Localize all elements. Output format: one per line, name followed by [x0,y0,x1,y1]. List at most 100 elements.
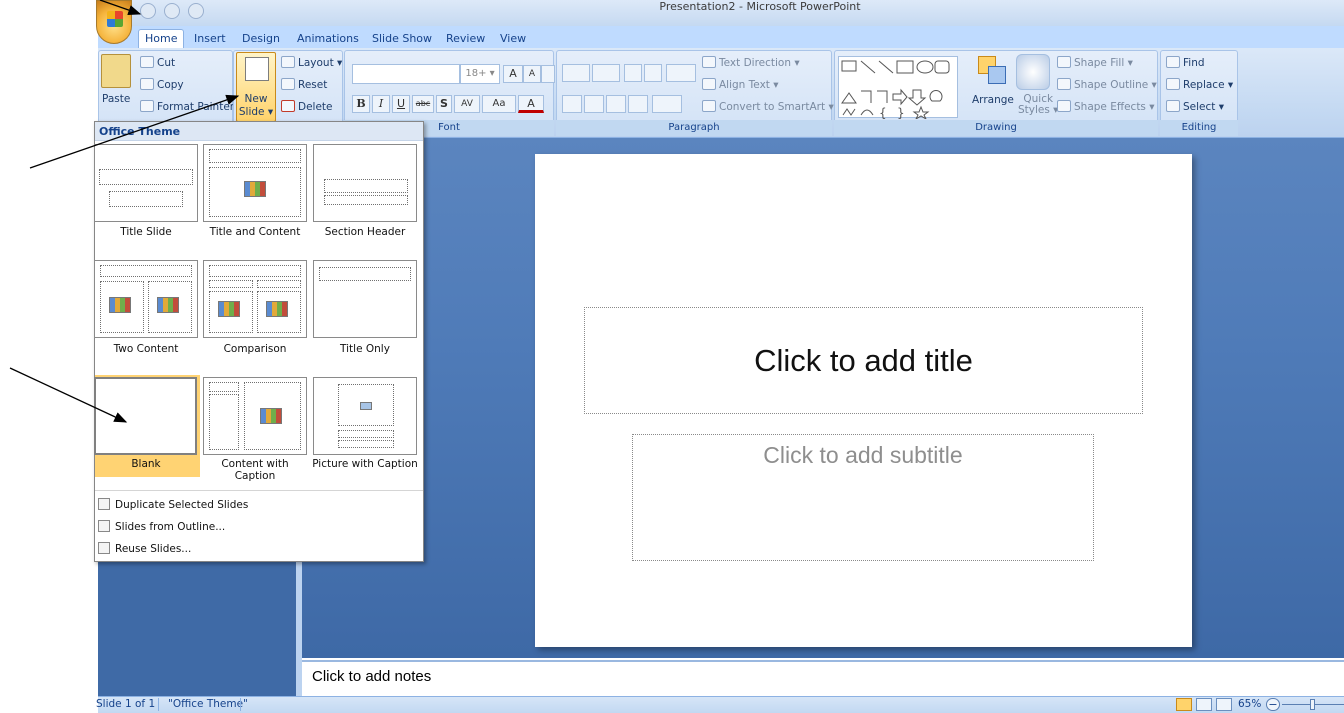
new-slide-dropdown-label: Slide ▾ [238,106,274,118]
layout-label: Title Slide [120,226,172,238]
tab-home[interactable]: Home [138,29,185,49]
shrink-font-button[interactable]: A [523,65,541,83]
layout-thumb-comparison[interactable] [203,260,307,338]
zoom-out-icon[interactable]: − [1266,698,1280,711]
convert-to-smartart-button[interactable]: Convert to SmartArt ▾ [702,100,834,113]
shapes-icons: { } [841,60,950,121]
bold-button[interactable]: B [352,95,370,113]
numbering-button[interactable] [592,64,620,82]
slide-show-icon[interactable] [1216,698,1232,711]
align-right-button[interactable] [606,95,626,113]
select-button[interactable]: Select ▾ [1166,100,1224,113]
undo-icon[interactable] [164,3,180,19]
binoculars-icon [1166,56,1180,68]
editing-group-label: Editing [1160,120,1238,136]
underline-button[interactable]: U [392,95,410,113]
redo-icon[interactable] [188,3,204,19]
tab-design[interactable]: Design [236,30,286,48]
layout-label: Title and Content [209,226,301,238]
layout-label: Picture with Caption [312,458,418,470]
layout-thumb-title-only[interactable] [313,260,417,338]
font-name-field[interactable] [352,64,460,84]
notes-pane[interactable] [302,660,1344,696]
center-button[interactable] [584,95,604,113]
tab-animations[interactable]: Animations [291,30,365,48]
paste-icon[interactable] [101,54,131,88]
shape-outline-button[interactable]: Shape Outline ▾ [1057,78,1157,91]
layout-thumb-section-header[interactable] [313,144,417,222]
notes-placeholder[interactable]: Click to add notes [312,668,431,685]
smartart-icon [702,100,716,112]
grow-font-button[interactable]: A [503,65,523,83]
character-spacing-button[interactable]: AV [454,95,480,113]
clear-formatting-button[interactable] [541,65,555,83]
zoom-slider-thumb[interactable] [1310,699,1315,710]
layout-label: Blank [131,458,161,470]
normal-view-icon[interactable] [1176,698,1192,711]
layout-thumb-two-content[interactable] [94,260,198,338]
delete-button[interactable]: Delete [281,100,333,113]
cut-button[interactable]: Cut [140,56,175,69]
align-left-button[interactable] [562,95,582,113]
find-button[interactable]: Find [1166,56,1205,69]
tab-review[interactable]: Review [440,30,491,48]
strikethrough-button[interactable]: abc [412,95,434,113]
copy-button[interactable]: Copy [140,78,184,91]
slide-sorter-icon[interactable] [1196,698,1212,711]
decrease-indent-button[interactable] [624,64,642,82]
arrange-button[interactable]: Arrange [972,94,1014,106]
paste-button[interactable]: Paste [102,93,130,105]
increase-indent-button[interactable] [644,64,662,82]
new-slide-button[interactable]: New Slide ▾ [236,52,276,122]
layout-button[interactable]: Layout ▾ [281,56,342,69]
replace-icon [1166,78,1180,90]
slides-from-outline-item[interactable]: Slides from Outline... [98,520,225,533]
format-painter-button[interactable]: Format Painter [140,100,234,113]
layout-thumb-title-slide[interactable] [94,144,198,222]
quick-access-toolbar [134,2,229,20]
font-size-field[interactable]: 18+ ▾ [460,64,500,84]
layout-thumb-content-with-caption[interactable] [203,377,307,455]
reset-button[interactable]: Reset [281,78,327,91]
shapes-gallery[interactable]: { } [838,56,958,121]
bullets-button[interactable] [562,64,590,82]
delete-icon [281,100,295,112]
font-color-button[interactable]: A [518,95,544,113]
reuse-slides-icon [98,542,110,554]
columns-button[interactable] [652,95,682,113]
quick-styles-button[interactable]: Quick Styles ▾ [1018,94,1058,116]
layout-label: Comparison [223,343,287,355]
text-direction-button[interactable]: Text Direction ▾ [702,56,800,69]
justify-button[interactable] [628,95,648,113]
title-placeholder[interactable]: Click to add title [584,307,1143,414]
quick-styles-icon [1016,54,1050,90]
tab-slide-show[interactable]: Slide Show [366,30,438,48]
align-text-button[interactable]: Align Text ▾ [702,78,779,91]
svg-text:{: { [879,106,887,119]
shape-effects-button[interactable]: Shape Effects ▾ [1057,100,1155,113]
reuse-slides-item[interactable]: Reuse Slides... [98,542,191,555]
duplicate-slides-icon [98,498,110,510]
tab-view[interactable]: View [494,30,532,48]
italic-button[interactable]: I [372,95,390,113]
replace-button[interactable]: Replace ▾ [1166,78,1233,91]
format-painter-icon [140,100,154,112]
tab-insert[interactable]: Insert [188,30,232,48]
layout-thumb-title-and-content[interactable] [203,144,307,222]
save-icon[interactable] [140,3,156,19]
zoom-level[interactable]: 65% [1238,697,1261,712]
office-button[interactable] [96,0,132,44]
shape-fill-button[interactable]: Shape Fill ▾ [1057,56,1133,69]
layout-thumb-picture-with-caption[interactable] [313,377,417,455]
change-case-button[interactable]: Aa [482,95,516,113]
drawing-group-label: Drawing [834,120,1158,136]
cursor-icon [1166,100,1180,112]
layout-thumb-blank[interactable] [94,377,197,455]
shadow-button[interactable]: S [436,95,452,113]
layout-icon [281,56,295,68]
line-spacing-button[interactable] [666,64,696,82]
duplicate-selected-slides-item[interactable]: Duplicate Selected Slides [98,498,248,511]
office-logo-icon [107,11,123,27]
subtitle-placeholder[interactable]: Click to add subtitle [632,434,1094,561]
slide-count-status: Slide 1 of 1 [96,698,156,710]
